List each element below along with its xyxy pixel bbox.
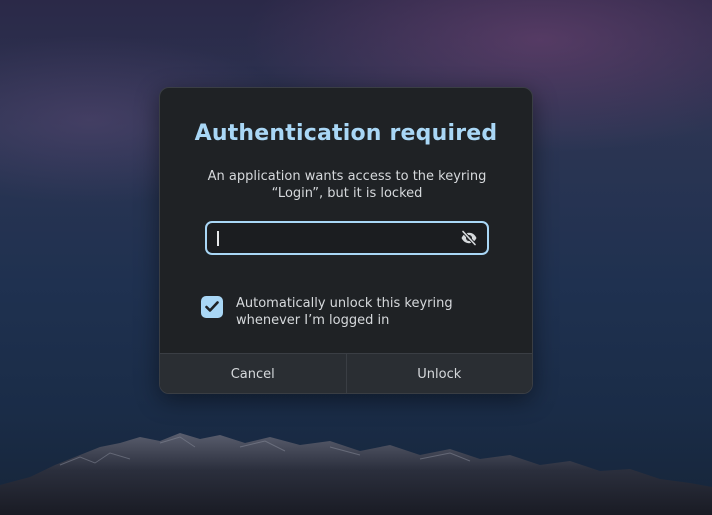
eye-slash-icon[interactable]	[460, 229, 478, 247]
text-cursor	[217, 231, 219, 246]
auth-dialog: Authentication required An application w…	[159, 87, 533, 394]
auto-unlock-checkbox[interactable]	[201, 296, 223, 318]
checkmark-icon	[205, 301, 219, 312]
dialog-button-row: Cancel Unlock	[160, 353, 532, 393]
password-field[interactable]	[205, 221, 489, 255]
password-input[interactable]	[215, 228, 451, 248]
auto-unlock-label-line-2: whenever I’m logged in	[236, 313, 390, 328]
auto-unlock-option: Automatically unlock this keyring whenev…	[201, 295, 501, 331]
desktop-background: Authentication required An application w…	[0, 0, 712, 515]
dialog-title: Authentication required	[194, 121, 498, 146]
auto-unlock-label[interactable]: Automatically unlock this keyring whenev…	[236, 295, 496, 329]
unlock-button[interactable]: Unlock	[346, 354, 532, 393]
cancel-button[interactable]: Cancel	[160, 354, 347, 393]
mountain-silhouette	[0, 433, 712, 515]
dialog-message-line-2: “Login”, but it is locked	[271, 186, 423, 201]
auto-unlock-label-line-1: Automatically unlock this keyring	[236, 296, 453, 311]
dialog-message: An application wants access to the keyri…	[190, 168, 504, 202]
dialog-message-line-1: An application wants access to the keyri…	[207, 169, 487, 184]
